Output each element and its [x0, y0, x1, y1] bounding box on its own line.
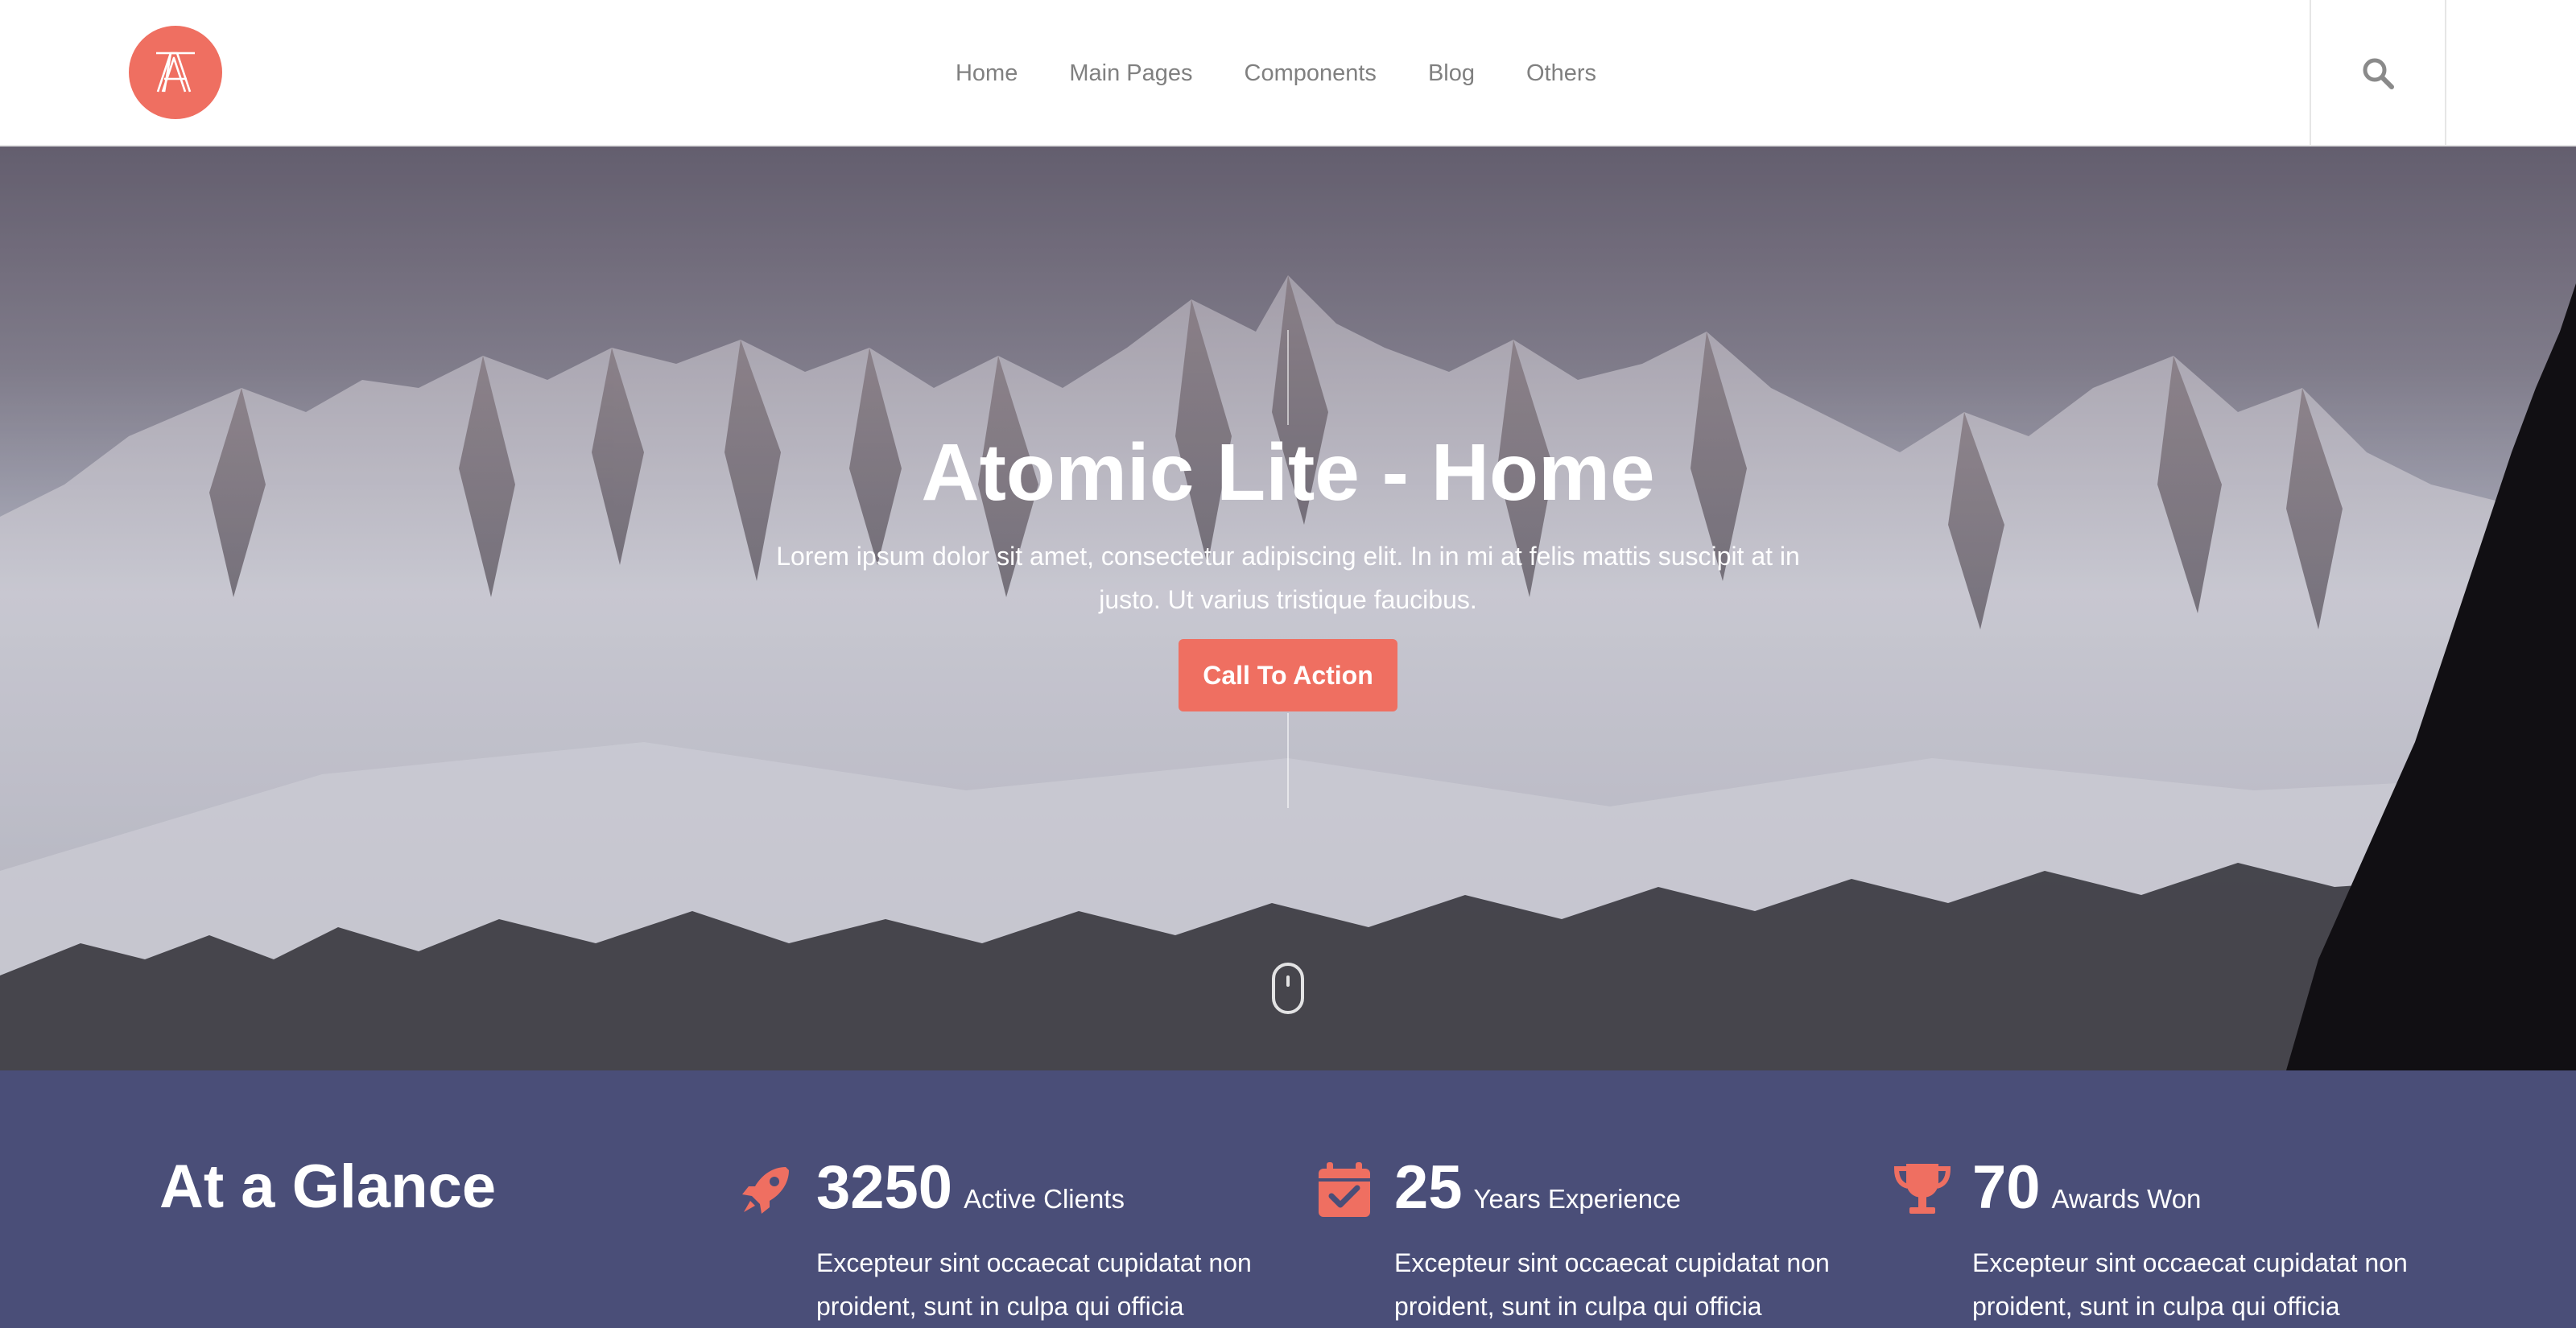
stat-label: Years Experience: [1473, 1184, 1681, 1214]
stat-description: Excepteur sint occaecat cupidatat non pr…: [816, 1248, 1252, 1321]
stat-number: 3250: [816, 1153, 953, 1222]
search-icon: [2363, 58, 2394, 89]
call-to-action-button[interactable]: Call To Action: [1179, 639, 1397, 711]
stat-head: 25 Years Experience: [1394, 1157, 1681, 1219]
main-nav: Home Main Pages Components Blog Others: [0, 0, 2576, 146]
stat-label: Awards Won: [2051, 1184, 2202, 1214]
section-heading: At a Glance: [159, 1153, 497, 1221]
at-a-glance-section: At a Glance 3250 Active Clients Excepteur…: [0, 1070, 2576, 1328]
stat-label: Active Clients: [964, 1184, 1125, 1214]
site-header: Home Main Pages Components Blog Others: [0, 0, 2576, 146]
trophy-icon: [1893, 1164, 1951, 1214]
stat-number: 25: [1394, 1153, 1463, 1222]
rocket-icon: [742, 1167, 789, 1214]
hero-subtitle: Lorem ipsum dolor sit amet, consectetur …: [776, 542, 1800, 614]
nav-item-components[interactable]: Components: [1219, 0, 1402, 146]
stat-head: 3250 Active Clients: [816, 1157, 1125, 1219]
hero-title: Atomic Lite - Home: [921, 427, 1655, 518]
hero-section: Atomic Lite - Home Lorem ipsum dolor sit…: [0, 146, 2576, 1070]
stat-head: 70 Awards Won: [1972, 1157, 2201, 1219]
calendar-check-icon: [1319, 1162, 1370, 1217]
search-button[interactable]: [2310, 0, 2446, 146]
nav-item-home[interactable]: Home: [930, 0, 1043, 146]
nav-item-others[interactable]: Others: [1501, 0, 1622, 146]
stat-description: Excepteur sint occaecat cupidatat non pr…: [1972, 1248, 2408, 1321]
hero-divider-top: [1287, 330, 1289, 425]
mouse-wheel: [1286, 975, 1290, 987]
stat-description: Excepteur sint occaecat cupidatat non pr…: [1394, 1248, 1830, 1321]
stat-number: 70: [1972, 1153, 2041, 1222]
scroll-down-mouse-icon[interactable]: [1272, 963, 1304, 1014]
nav-item-blog[interactable]: Blog: [1402, 0, 1501, 146]
hero-divider-bottom: [1287, 713, 1289, 808]
nav-item-main-pages[interactable]: Main Pages: [1043, 0, 1218, 146]
